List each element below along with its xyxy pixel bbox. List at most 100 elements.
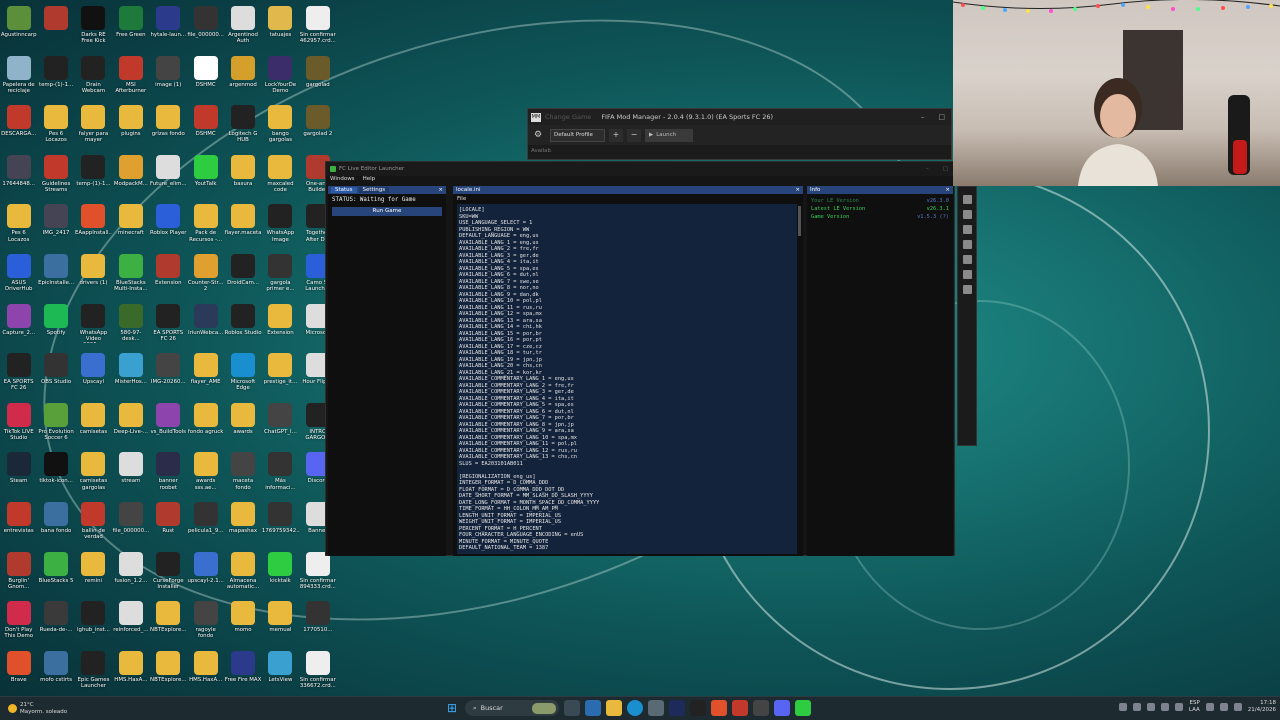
desktop-icon[interactable]: remini: [75, 548, 112, 598]
volume-icon[interactable]: [1219, 702, 1228, 711]
clock[interactable]: 17:18 21/4/2026: [1248, 700, 1276, 713]
tool-icon[interactable]: [962, 270, 972, 279]
desktop-icon[interactable]: EAappInstall...: [75, 200, 112, 250]
desktop-icon[interactable]: Logitech G HUB: [224, 101, 261, 151]
calculator-icon[interactable]: [648, 700, 664, 716]
tab-info[interactable]: Info: [810, 187, 820, 193]
desktop-icon[interactable]: lghub_inst...: [75, 597, 112, 647]
app-icon[interactable]: [732, 700, 748, 716]
desktop-icon[interactable]: ballin de verdad: [75, 498, 112, 548]
desktop-icon[interactable]: maceta fondo: [224, 448, 261, 498]
desktop-icon[interactable]: stream: [112, 448, 149, 498]
desktop-icon[interactable]: upscayl-2.1...: [187, 548, 224, 598]
tab-settings[interactable]: Settings: [358, 187, 390, 193]
desktop-icon[interactable]: file_000000...: [187, 2, 224, 52]
desktop-icon[interactable]: Pes 6 Locazos: [0, 200, 37, 250]
windows-start-icon[interactable]: ⊞: [444, 700, 460, 716]
minimize-icon[interactable]: –: [926, 166, 929, 172]
close-icon[interactable]: ×: [795, 187, 803, 193]
desktop-icon[interactable]: flayer.maceta: [224, 200, 261, 250]
desktop-icon[interactable]: DroidCam...: [224, 250, 261, 300]
desktop-icon[interactable]: Capture_2...: [0, 300, 37, 350]
title-bar[interactable]: MM Change Game FIFA Mod Manager - 2.0.4 …: [528, 109, 951, 125]
desktop-icon[interactable]: tatuajes: [262, 2, 299, 52]
widgets-icon[interactable]: [585, 700, 601, 716]
desktop-icon[interactable]: Pro Evolution Soccer 6: [37, 399, 74, 449]
minimize-icon[interactable]: –: [921, 113, 925, 121]
desktop-icon[interactable]: reinforced_...: [112, 597, 149, 647]
desktop-icon[interactable]: CurseForge Installer: [150, 548, 187, 598]
desktop-icon[interactable]: TikTok LIVE Studio: [0, 399, 37, 449]
desktop-icon[interactable]: drivers (1): [75, 250, 112, 300]
desktop-icon[interactable]: ragoyle fondo: [187, 597, 224, 647]
fifa-mod-manager-window[interactable]: MM Change Game FIFA Mod Manager - 2.0.4 …: [527, 108, 952, 160]
desktop-icon[interactable]: WhatsApp Image 2026...: [262, 200, 299, 250]
desktop-icon[interactable]: mapashax: [224, 498, 261, 548]
desktop-icon[interactable]: IMG-20260...: [150, 349, 187, 399]
desktop-icon[interactable]: WhatsApp Video 2025-...: [75, 300, 112, 350]
battery-icon[interactable]: [1233, 702, 1242, 711]
desktop-icon[interactable]: temp-(1)-1...: [75, 151, 112, 201]
desktop-icon[interactable]: Steam: [0, 448, 37, 498]
tray-app-icon[interactable]: [1132, 702, 1141, 711]
desktop-icon[interactable]: ModpackM...: [112, 151, 149, 201]
desktop-icon[interactable]: LockYourDe Demo: [262, 52, 299, 102]
desktop-icon[interactable]: temp-(1)-1...: [37, 52, 74, 102]
remove-profile-button[interactable]: −: [627, 128, 641, 142]
desktop-icon[interactable]: DSHMC: [187, 101, 224, 151]
discord-icon[interactable]: [774, 700, 790, 716]
task-view-icon[interactable]: [564, 700, 580, 716]
desktop-icon[interactable]: bango gargolas: [262, 101, 299, 151]
desktop-icon[interactable]: Epic Games Launcher: [75, 647, 112, 697]
live-editor-launcher-window[interactable]: FC Live Editor Launcher – □ Windows Help …: [325, 161, 955, 556]
desktop-icon[interactable]: Deep-Live-...: [112, 399, 149, 449]
desktop-icon[interactable]: LetsView: [262, 647, 299, 697]
search-box[interactable]: ⌕ Buscar: [465, 700, 559, 716]
desktop-icon[interactable]: hytale-laun...: [150, 2, 187, 52]
desktop-icon[interactable]: prestige_it...: [262, 349, 299, 399]
desktop-icon[interactable]: tiktok-icon...: [37, 448, 74, 498]
desktop-icon[interactable]: image (1): [150, 52, 187, 102]
desktop-icon[interactable]: Almacena automatic...: [224, 548, 261, 598]
obs-icon[interactable]: [753, 700, 769, 716]
title-bar[interactable]: FC Live Editor Launcher – □: [326, 162, 954, 176]
desktop-icon[interactable]: Free Green: [112, 2, 149, 52]
tab-status[interactable]: Status: [331, 187, 357, 193]
desktop-icon[interactable]: DESCARGA...: [0, 101, 37, 151]
desktop-icon[interactable]: gargolad: [299, 52, 336, 102]
desktop-icon[interactable]: NBTExplore...: [150, 647, 187, 697]
desktop-icon[interactable]: Roblox Player: [150, 200, 187, 250]
desktop-icon[interactable]: Don't Play This Demo: [0, 597, 37, 647]
desktop-icon[interactable]: YoutTalk: [187, 151, 224, 201]
desktop-icon[interactable]: EpicInstalle...: [37, 250, 74, 300]
file-explorer-icon[interactable]: [606, 700, 622, 716]
kicktalk-icon[interactable]: [795, 700, 811, 716]
desktop-icon[interactable]: awards sss.ae...: [187, 448, 224, 498]
desktop-icon[interactable]: IMG_2417: [37, 200, 74, 250]
desktop-icon[interactable]: awards: [224, 399, 261, 449]
desktop-icon[interactable]: maxcaled code: [262, 151, 299, 201]
desktop-icon[interactable]: argenmod: [224, 52, 261, 102]
desktop-icon[interactable]: momo: [224, 597, 261, 647]
desktop-icon[interactable]: Rust: [150, 498, 187, 548]
menu-windows[interactable]: Windows: [330, 176, 355, 185]
desktop-icon[interactable]: grizas fondo: [150, 101, 187, 151]
desktop-icon[interactable]: Argentinod Auth: [224, 2, 261, 52]
fc-editor-icon[interactable]: [669, 700, 685, 716]
desktop-icon[interactable]: HMS.HaxA...: [187, 647, 224, 697]
desktop-icon[interactable]: HMS.HaxA...: [112, 647, 149, 697]
desktop-icon[interactable]: memual: [262, 597, 299, 647]
desktop-icon[interactable]: EA SPORTS FC 26: [0, 349, 37, 399]
desktop-icon[interactable]: bana fondo: [37, 498, 74, 548]
maximize-icon[interactable]: □: [943, 166, 948, 172]
arrow-up-icon[interactable]: [962, 195, 972, 204]
desktop-icon[interactable]: falyer para mayer: [75, 101, 112, 151]
desktop-icon[interactable]: plugins: [112, 101, 149, 151]
tray-app-icon[interactable]: [1174, 702, 1183, 711]
desktop-icon[interactable]: Drain Webcam: [75, 52, 112, 102]
desktop-icon[interactable]: MSI Afterburner: [112, 52, 149, 102]
desktop-icon[interactable]: Burglin' Gnom...: [0, 548, 37, 598]
desktop-icon[interactable]: fondo agruck: [187, 399, 224, 449]
desktop-icon[interactable]: DSHMC: [187, 52, 224, 102]
desktop-icon[interactable]: Agustinncarp: [0, 2, 37, 52]
